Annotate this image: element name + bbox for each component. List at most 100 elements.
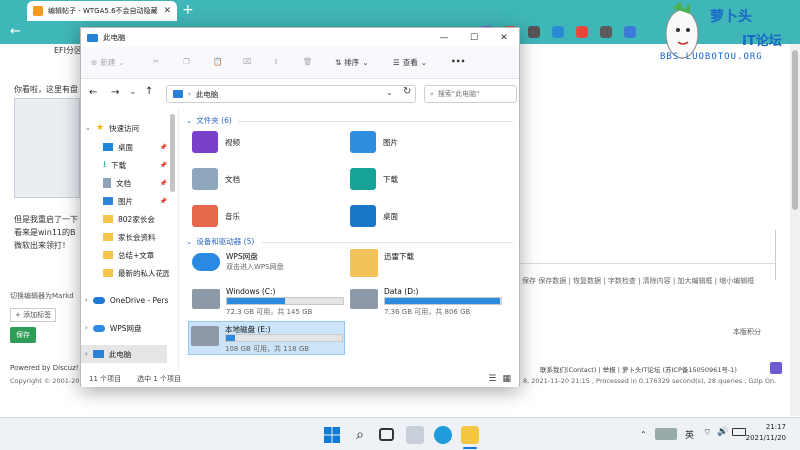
nav-item-folder[interactable]: 802家长会	[103, 210, 155, 228]
widgets-icon[interactable]	[406, 426, 424, 444]
view-button[interactable]: ☰ 查看 ⌄	[393, 57, 427, 68]
task-view-icon[interactable]	[379, 428, 394, 441]
nav-item-desktop[interactable]: 桌面 📌	[103, 138, 171, 156]
start-icon[interactable]	[323, 426, 341, 444]
wifi-icon[interactable]: ⌔	[703, 427, 711, 438]
battery-icon[interactable]	[732, 428, 746, 436]
search-input[interactable]: ⌕ 搜索"此电脑"	[424, 85, 517, 103]
drive-subtitle: 双击进入WPS网盘	[226, 263, 284, 271]
drive-e[interactable]: 本地磁盘 (E:) 108 GB 可用，共 118 GB	[188, 321, 345, 355]
divider	[520, 263, 775, 264]
nav-item-folder[interactable]: 家长会资料	[103, 228, 156, 246]
delete-icon[interactable]: 🗑	[303, 57, 313, 66]
tiles-view-icon[interactable]: ▦	[502, 374, 511, 384]
wps-drive[interactable]: WPS网盘 双击进入WPS网盘	[190, 249, 345, 283]
forward-arrow-icon[interactable]: →	[111, 87, 119, 98]
title-bar[interactable]: 此电脑 — ☐ ✕	[81, 28, 519, 47]
extension-icon[interactable]	[624, 26, 636, 38]
tray-apps-icon[interactable]	[655, 428, 677, 440]
xunlei-drive[interactable]: 迅雷下载	[348, 249, 503, 283]
page-text: 看来是win11的B	[14, 228, 76, 237]
drive-usage-fill	[226, 335, 236, 341]
footer-links[interactable]: 联系我们(Contact) | 举报 | 萝卜头IT论坛 (苏ICP备15050…	[540, 364, 737, 374]
minimize-button[interactable]: —	[429, 33, 459, 43]
share-icon[interactable]: ⇪	[273, 57, 279, 66]
history-chevron-icon[interactable]: ⌄	[129, 87, 137, 97]
folder-music[interactable]: 音乐	[192, 205, 240, 227]
nav-label: 802家长会	[118, 214, 155, 224]
back-arrow-icon[interactable]: ←	[10, 24, 21, 39]
nav-wps[interactable]: › WPS网盘	[85, 319, 142, 337]
address-bar[interactable]: › 此电脑	[166, 85, 416, 103]
drive-d[interactable]: Data (D:) 7.36 GB 可用，共 806 GB	[348, 285, 503, 319]
extension-icon[interactable]	[528, 26, 540, 38]
nav-item-pictures[interactable]: 图片 📌	[103, 192, 171, 210]
back-arrow-icon[interactable]: ←	[89, 87, 97, 98]
more-options-button[interactable]: •••	[451, 57, 465, 66]
cut-icon[interactable]: ✂	[153, 57, 159, 66]
nav-scrollbar-thumb[interactable]	[170, 114, 175, 192]
volume-icon[interactable]: 🔊	[717, 427, 728, 437]
breadcrumb[interactable]: 此电脑	[196, 89, 219, 100]
close-button[interactable]: ✕	[489, 33, 519, 43]
folder-label: 桌面	[383, 211, 398, 221]
details-view-icon[interactable]: ☰	[488, 374, 496, 384]
close-tab-icon[interactable]: ✕	[163, 6, 171, 16]
editor-toolbar-links[interactable]: 保存 保存数据 | 恢复数据 | 字数检查 | 清除内容 | 加大编辑框 | 缩…	[522, 276, 754, 286]
folder-videos[interactable]: 视频	[192, 131, 240, 153]
copy-icon[interactable]: ❐	[183, 57, 190, 66]
sort-button[interactable]: ⇅ 排序 ⌄	[335, 57, 369, 68]
new-button[interactable]: ⊕ 新建 ⌄	[91, 57, 125, 68]
browser-tab-title: 编辑帖子 - WTGA5.6不会自动隐藏...	[48, 7, 159, 15]
nav-quick-access[interactable]: ⌄ ★ 快速访问	[85, 119, 139, 137]
folder-downloads[interactable]: 下载	[350, 168, 398, 190]
section-header-drives[interactable]: ⌄ 设备和驱动器 (5)	[186, 236, 254, 247]
refresh-icon[interactable]: ↻	[403, 86, 411, 97]
add-tag-button[interactable]: + 添加标签	[10, 308, 57, 322]
extension-icon[interactable]	[552, 26, 564, 38]
document-folder-icon	[192, 168, 218, 190]
new-button-label: 新建	[100, 58, 116, 67]
folder-label: 视频	[225, 137, 240, 147]
paste-icon[interactable]: 📋	[213, 57, 222, 66]
nav-label: 图片	[118, 196, 133, 206]
maximize-button[interactable]: ☐	[459, 33, 489, 43]
nav-item-folder[interactable]: 最新的私人花园	[103, 264, 169, 282]
drive-name: Data (D:)	[384, 287, 419, 296]
extension-icon[interactable]	[600, 26, 612, 38]
folder-pictures[interactable]: 图片	[350, 131, 398, 153]
nav-item-documents[interactable]: 文档 📌	[103, 174, 171, 192]
save-button[interactable]: 保存	[10, 327, 36, 343]
nav-item-folder[interactable]: 总结+文章	[103, 246, 154, 264]
nav-this-pc[interactable]: › 此电脑	[81, 345, 167, 363]
back-to-top-icon[interactable]	[770, 362, 782, 374]
edge-icon[interactable]	[434, 426, 452, 444]
ime-indicator[interactable]: 英	[685, 428, 694, 441]
drive-c[interactable]: Windows (C:) 72.3 GB 可用，共 145 GB	[190, 285, 345, 319]
browser-tab[interactable]: 编辑帖子 - WTGA5.6不会自动隐藏... ✕	[27, 1, 177, 21]
file-explorer-icon[interactable]	[461, 426, 479, 444]
drive-name: WPS网盘	[226, 252, 258, 261]
switch-editor-link[interactable]: 切换编辑器为Markd	[10, 291, 74, 301]
xunlei-icon	[350, 249, 378, 277]
nav-item-downloads[interactable]: ⭳ 下载 📌	[103, 156, 171, 174]
search-icon[interactable]: ⌕	[351, 426, 369, 444]
cloud-icon	[192, 253, 220, 271]
taskbar: ⌕ ⌃ 英 ⌔ 🔊 21:17 2021/11/20	[0, 417, 800, 450]
rename-icon[interactable]: ⌧	[243, 57, 252, 66]
up-arrow-icon[interactable]: ↑	[145, 86, 153, 97]
chevron-down-icon[interactable]: ⌄	[386, 88, 393, 97]
windows-logo-icon	[324, 427, 340, 443]
section-divider	[238, 121, 513, 122]
new-tab-button[interactable]: +	[182, 2, 194, 18]
page-text: EFI分区	[54, 46, 83, 55]
nav-onedrive[interactable]: › OneDrive - Pers	[85, 291, 171, 309]
clock[interactable]: 21:17 2021/11/20	[746, 422, 786, 444]
page-scrollbar-thumb[interactable]	[792, 50, 798, 210]
folder-documents[interactable]: 文档	[192, 168, 240, 190]
folder-desktop[interactable]: 桌面	[350, 205, 398, 227]
tray-chevron-icon[interactable]: ⌃	[640, 430, 647, 439]
extension-icon[interactable]	[576, 26, 588, 38]
section-header-folders[interactable]: ⌄ 文件夹 (6)	[186, 115, 232, 126]
folder-icon	[103, 215, 113, 223]
